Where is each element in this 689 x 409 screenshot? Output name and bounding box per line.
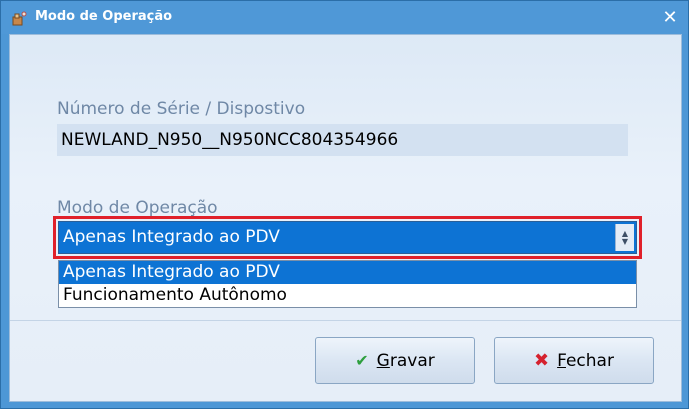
dialog-window: Modo de Operação ✕ Número de Série / Dis… xyxy=(0,0,689,409)
close-icon: ✕ xyxy=(662,6,678,28)
save-button-label: Gravar xyxy=(376,350,435,371)
mode-label: Modo de Operação xyxy=(57,198,218,218)
x-icon: ✖ xyxy=(534,350,550,371)
mode-select-value: Apenas Integrado ao PDV xyxy=(63,227,280,247)
close-button-label: Fechar xyxy=(557,350,614,371)
window-title: Modo de Operação xyxy=(35,9,173,24)
separator xyxy=(10,320,681,321)
serial-label: Número de Série / Dispostivo xyxy=(57,99,306,119)
mode-dropdown-list: Apenas Integrado ao PDV Funcionamento Au… xyxy=(58,260,637,308)
close-button[interactable]: ✖ Fechar xyxy=(494,337,654,384)
check-icon: ✔ xyxy=(355,351,369,370)
save-button[interactable]: ✔ Gravar xyxy=(315,337,475,384)
title-bar[interactable]: Modo de Operação ✕ xyxy=(1,1,688,34)
spinner-icon[interactable]: ▲ ▼ xyxy=(615,224,634,251)
option-funcionamento-autonomo[interactable]: Funcionamento Autônomo xyxy=(59,284,636,307)
close-window-button[interactable]: ✕ xyxy=(658,6,682,28)
mode-select[interactable]: Apenas Integrado ao PDV ▲ ▼ xyxy=(58,221,637,254)
serial-field: NEWLAND_N950__N950NCC804354966 xyxy=(57,124,628,156)
dialog-body: Número de Série / Dispostivo NEWLAND_N95… xyxy=(9,34,682,402)
option-apenas-integrado[interactable]: Apenas Integrado ao PDV xyxy=(59,261,636,284)
app-icon xyxy=(12,11,27,26)
